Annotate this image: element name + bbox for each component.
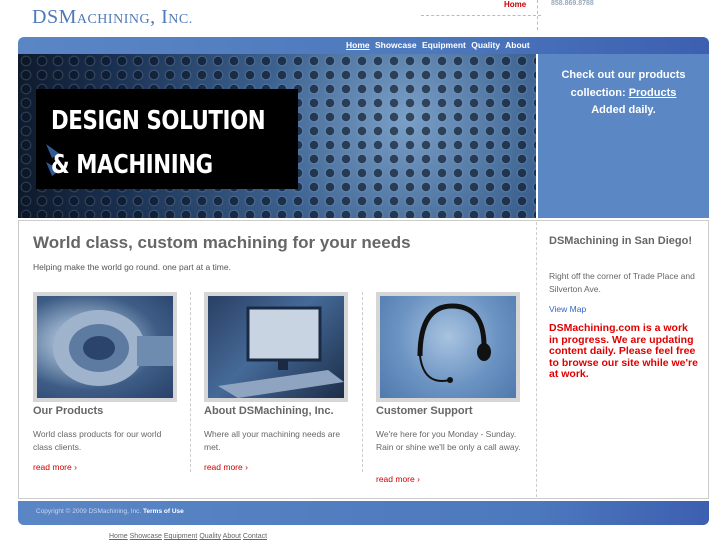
arrow-right-icon: › xyxy=(417,474,420,484)
read-more-label: read more xyxy=(33,462,72,472)
arrow-right-icon: › xyxy=(245,462,248,472)
promo-line-3: Added daily. xyxy=(591,104,656,116)
sidebar-divider xyxy=(536,222,537,497)
products-image[interactable] xyxy=(33,292,177,402)
logo-text-main: DSM xyxy=(32,6,77,28)
promo-line-1: Check out our products xyxy=(561,69,686,81)
footer-link-about[interactable]: About xyxy=(223,533,241,540)
footer-nav: Home Showcase Equipment Quality About Co… xyxy=(109,533,267,540)
copyright-text: Copyright © 2009 DSMachining, Inc. xyxy=(36,508,142,515)
page-tagline: Helping make the world go round. one par… xyxy=(33,262,231,272)
footer-link-showcase[interactable]: Showcase xyxy=(130,533,162,540)
card-title-about: About DSMachining, Inc. xyxy=(204,405,334,417)
sidebar-address: Right off the corner of Trade Place and … xyxy=(549,271,695,294)
logo-text-mid: , I xyxy=(150,6,169,28)
hero-banner: DESIGN SOLUTION & MACHINING xyxy=(18,54,536,218)
card-title-support: Customer Support xyxy=(376,405,473,417)
top-home-link[interactable]: Home xyxy=(504,0,526,9)
promo-products-link[interactable]: Products xyxy=(629,87,677,99)
read-more-products[interactable]: read more › xyxy=(33,462,77,472)
site-logo[interactable]: DSMACHINING, INC. xyxy=(32,6,193,29)
footer-link-equipment[interactable]: Equipment xyxy=(164,533,197,540)
logo-text-small-2: NC. xyxy=(168,12,193,27)
footer-link-home[interactable]: Home xyxy=(109,533,128,540)
header-divider xyxy=(421,15,541,16)
about-image[interactable] xyxy=(204,292,348,402)
banner-line-1: DESIGN SOLUTION xyxy=(51,106,266,136)
logo-text-small: ACHINING xyxy=(76,12,151,27)
copyright: Copyright © 2009 DSMachining, Inc. Terms… xyxy=(36,508,184,515)
card-desc-products: World class products for our world class… xyxy=(33,429,162,452)
machined-part-icon xyxy=(53,310,173,386)
header-divider-vertical xyxy=(537,0,538,30)
terms-of-use-link[interactable]: Terms of Use xyxy=(143,508,184,515)
footer-link-contact[interactable]: Contact xyxy=(243,533,267,540)
banner-line-2: & MACHINING xyxy=(51,150,213,180)
read-more-label: read more xyxy=(204,462,243,472)
card-desc-support: We're here for you Monday - Sunday. Rain… xyxy=(376,429,521,452)
sidebar-title: DSMachining in San Diego! xyxy=(549,235,693,247)
read-more-support[interactable]: read more › xyxy=(376,474,420,484)
promo-line-2: collection: Products xyxy=(538,85,709,103)
card-desc-about: Where all your machining needs are met. xyxy=(204,429,341,452)
promo-panel: Check out our products collection: Produ… xyxy=(538,54,709,218)
sidebar-notice: DSMachining.com is a work in progress. W… xyxy=(549,322,698,380)
nav-home[interactable]: Home xyxy=(346,40,370,50)
promo-prefix: collection: xyxy=(570,86,629,99)
phone-number: 858.869.8788 xyxy=(551,0,594,7)
main-nav: Home Showcase Equipment Quality About xyxy=(346,40,533,50)
arrow-right-icon: › xyxy=(74,462,77,472)
view-map-link[interactable]: View Map xyxy=(549,304,586,314)
computer-monitor-icon xyxy=(218,306,344,398)
read-more-about[interactable]: read more › xyxy=(204,462,248,472)
nav-about[interactable]: About xyxy=(505,40,530,50)
column-divider xyxy=(190,292,191,472)
nav-showcase[interactable]: Showcase xyxy=(375,40,417,50)
support-image[interactable] xyxy=(376,292,520,402)
column-divider xyxy=(362,292,363,472)
nav-quality[interactable]: Quality xyxy=(471,40,500,50)
card-title-products: Our Products xyxy=(33,405,104,417)
footer-link-quality[interactable]: Quality xyxy=(199,533,221,540)
page-headline: World class, custom machining for your n… xyxy=(33,233,411,252)
nav-equipment[interactable]: Equipment xyxy=(422,40,466,50)
headset-icon xyxy=(417,303,491,383)
read-more-label: read more xyxy=(376,474,415,484)
banner-headline: DESIGN SOLUTION & MACHINING xyxy=(51,99,266,187)
